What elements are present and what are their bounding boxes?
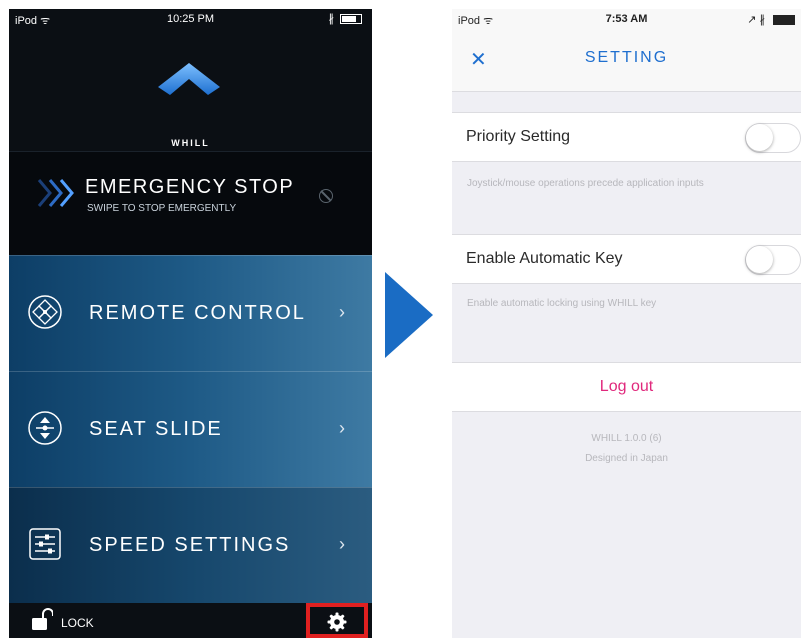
enable-automatic-key-row: Enable Automatic Key bbox=[452, 234, 801, 284]
menu-label: REMOTE CONTROL bbox=[89, 302, 306, 324]
brand-name: WHILL bbox=[171, 138, 210, 148]
lock-label: LOCK bbox=[61, 616, 94, 630]
menu-item-speed-settings[interactable]: SPEED SETTINGS › bbox=[9, 487, 372, 603]
transition-arrow-icon bbox=[385, 272, 433, 358]
whill-main-screen: iPod ᯤ 10:25 PM ∦ WHILL EMERGENCY STOP S… bbox=[9, 9, 372, 638]
battery-icon bbox=[773, 15, 795, 25]
status-indicators: ↗ ∦ bbox=[747, 14, 765, 26]
automatic-key-toggle[interactable] bbox=[745, 245, 801, 275]
row-label: Enable Automatic Key bbox=[466, 250, 623, 267]
setting-screen: iPod ᯤ 7:53 AM ↗ ∦ ✕ SETTING Priority Se… bbox=[452, 9, 801, 638]
bottom-bar: LOCK bbox=[9, 603, 372, 638]
priority-setting-row: Priority Setting bbox=[452, 112, 801, 162]
row-note: Enable automatic locking using WHILL key bbox=[467, 298, 657, 309]
seat-slide-icon bbox=[28, 411, 62, 445]
bluetooth-icon: ∦ bbox=[328, 13, 335, 25]
dpad-icon bbox=[28, 295, 62, 329]
status-bar: iPod ᯤ 10:25 PM ∦ bbox=[9, 9, 372, 31]
settings-button[interactable] bbox=[306, 603, 368, 638]
page-title: SETTING bbox=[584, 49, 669, 66]
emergency-stop-subtitle: SWIPE TO STOP EMERGENTLY bbox=[87, 203, 237, 214]
menu-item-remote-control[interactable]: REMOTE CONTROL › bbox=[9, 255, 372, 371]
clock: 10:25 PM bbox=[166, 13, 215, 25]
nav-header: iPod ᯤ 7:53 AM ↗ ∦ ✕ SETTING bbox=[452, 9, 801, 92]
prohibited-icon bbox=[319, 189, 333, 203]
unlock-icon bbox=[32, 608, 53, 630]
emergency-stop-title: EMERGENCY STOP bbox=[85, 176, 295, 198]
chevron-right-icon: › bbox=[339, 534, 345, 554]
chevron-right-icon: › bbox=[339, 302, 345, 322]
whill-logo: WHILL bbox=[9, 61, 372, 151]
menu-item-seat-slide[interactable]: SEAT SLIDE › bbox=[9, 371, 372, 487]
sliders-icon bbox=[29, 528, 61, 560]
version-label: WHILL 1.0.0 (6) bbox=[591, 433, 662, 444]
logout-label: Log out bbox=[599, 378, 654, 395]
row-note: Joystick/mouse operations precede applic… bbox=[467, 178, 704, 189]
toggle-knob bbox=[746, 124, 773, 151]
logout-button[interactable]: Log out bbox=[452, 362, 801, 412]
gear-icon bbox=[327, 612, 347, 632]
row-label: Priority Setting bbox=[466, 128, 571, 145]
menu-label: SEAT SLIDE bbox=[89, 418, 223, 440]
priority-setting-toggle[interactable] bbox=[745, 123, 801, 153]
swipe-arrows-icon bbox=[37, 179, 74, 207]
menu-label: SPEED SETTINGS bbox=[89, 534, 291, 556]
emergency-stop-slider[interactable]: EMERGENCY STOP SWIPE TO STOP EMERGENTLY bbox=[9, 151, 372, 256]
toggle-knob bbox=[746, 246, 773, 273]
chevron-right-icon: › bbox=[339, 418, 345, 438]
whill-chevron-logo-icon bbox=[158, 63, 220, 95]
battery-icon bbox=[340, 14, 362, 24]
tagline-label: Designed in Japan bbox=[585, 453, 668, 464]
